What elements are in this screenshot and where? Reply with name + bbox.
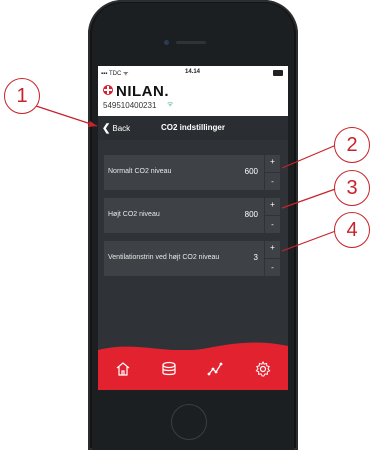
callout-badge: 3	[334, 170, 370, 206]
callout-badge: 2	[334, 127, 370, 163]
callout-badge: 1	[4, 78, 40, 114]
callout-lines	[35, 105, 342, 252]
callout-badge: 4	[334, 212, 370, 248]
